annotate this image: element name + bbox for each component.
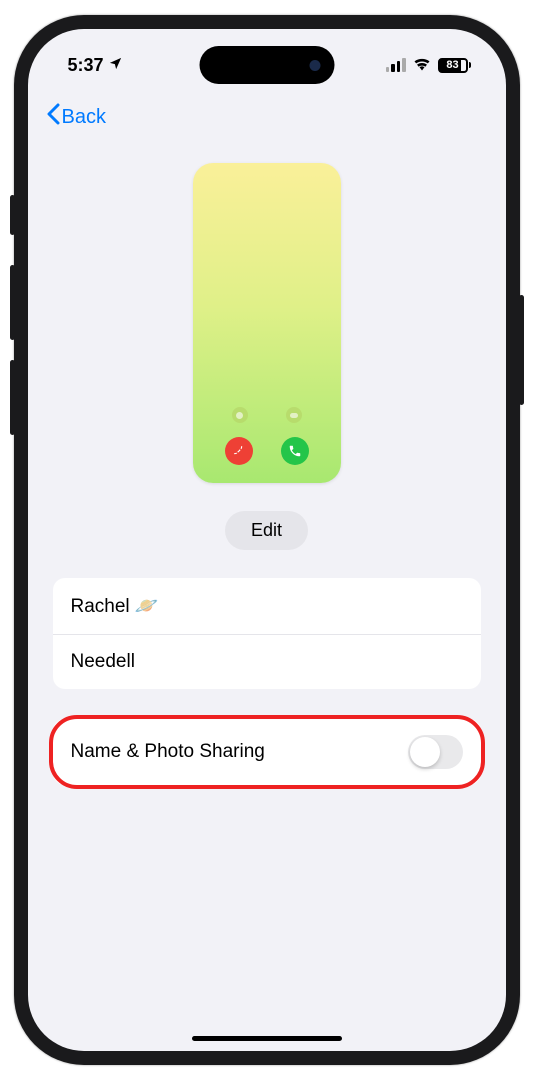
- phone-frame: 5:37 83: [14, 15, 520, 1065]
- voicemail-icon: [286, 407, 302, 423]
- first-name-field[interactable]: Rachel 🪐: [53, 578, 481, 635]
- location-arrow-icon: [108, 55, 123, 76]
- home-indicator[interactable]: [192, 1036, 342, 1041]
- contact-poster-preview[interactable]: [193, 163, 341, 483]
- volume-up-button: [10, 265, 15, 340]
- battery-percent: 83: [446, 59, 458, 71]
- dynamic-island: [199, 46, 334, 84]
- status-time: 5:37: [68, 55, 104, 76]
- screen: 5:37 83: [28, 29, 506, 1051]
- status-right: 83: [386, 55, 471, 76]
- name-card: Rachel 🪐 Needell: [53, 578, 481, 689]
- content: Edit Rachel 🪐 Needell Name & Photo Shari…: [28, 135, 506, 785]
- sharing-toggle[interactable]: [408, 735, 463, 769]
- last-name-field[interactable]: Needell: [53, 635, 481, 689]
- name-photo-sharing-row[interactable]: Name & Photo Sharing: [53, 719, 481, 785]
- message-icon: [232, 407, 248, 423]
- status-left: 5:37: [68, 55, 123, 76]
- poster-call-buttons: [193, 437, 341, 465]
- nav-bar: Back: [28, 93, 506, 135]
- battery-icon: 83: [438, 58, 471, 73]
- sharing-label: Name & Photo Sharing: [71, 741, 265, 763]
- back-button[interactable]: Back: [46, 103, 106, 131]
- decline-call-icon: [225, 437, 253, 465]
- silent-switch: [10, 195, 15, 235]
- power-button: [519, 295, 524, 405]
- accept-call-icon: [281, 437, 309, 465]
- camera-dot: [309, 60, 320, 71]
- back-label: Back: [62, 106, 106, 129]
- edit-button[interactable]: Edit: [225, 511, 308, 550]
- chevron-left-icon: [46, 103, 60, 131]
- wifi-icon: [412, 55, 432, 76]
- cellular-signal-icon: [386, 58, 406, 72]
- toggle-knob: [410, 737, 440, 767]
- poster-small-icons: [193, 407, 341, 423]
- volume-down-button: [10, 360, 15, 435]
